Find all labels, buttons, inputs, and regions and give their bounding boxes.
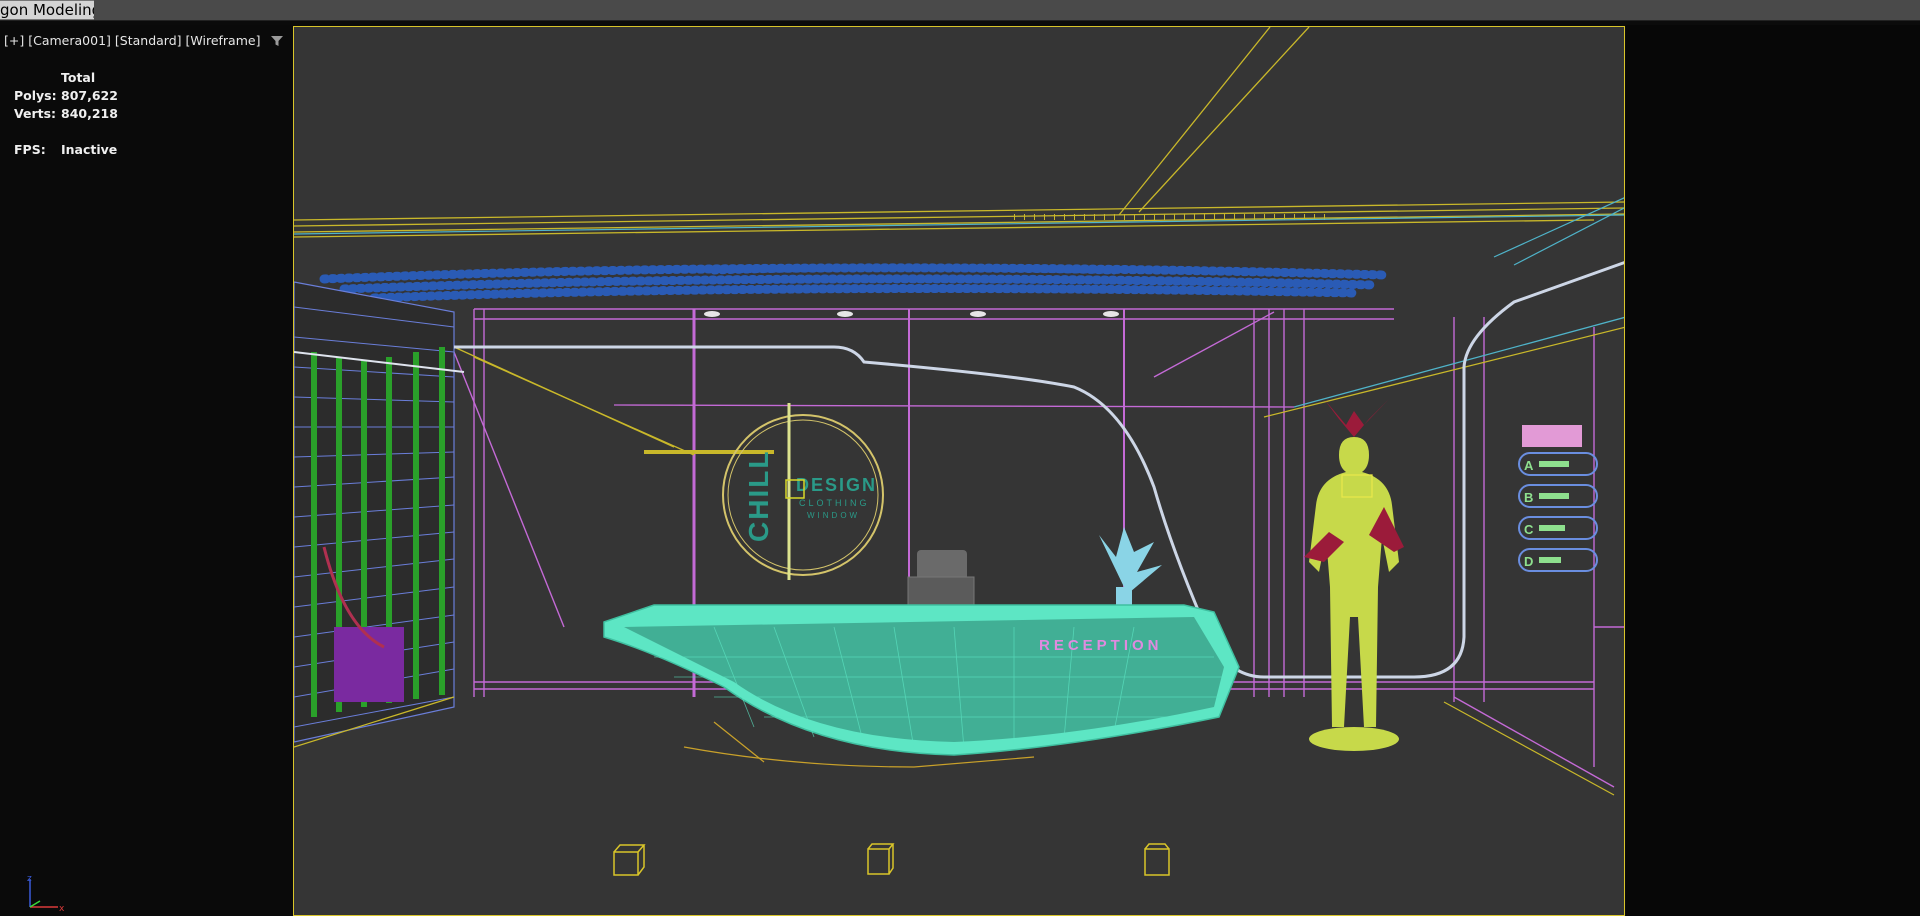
stats-fps-label: FPS: [14, 142, 46, 157]
sign-b-label: B [1524, 490, 1533, 505]
title-bar: gon Modeling [0, 0, 1920, 21]
stats-verts-row: Verts: 840,218 [14, 105, 118, 123]
wireframe-scene: CHILL DESIGN CLOTHING WINDOW RECEPTION A… [294, 27, 1624, 876]
camera-target-helpers [613, 843, 1170, 876]
ribbon-area [94, 0, 1920, 20]
stats-polys-row: Polys: 807,622 [14, 87, 118, 105]
logo-window-text: WINDOW [807, 511, 860, 520]
reception-desk: RECEPTION [603, 604, 1240, 768]
chill-design-logo: CHILL DESIGN CLOTHING WINDOW [722, 403, 884, 580]
viewport-standard-menu[interactable]: [Standard] [115, 33, 182, 48]
viewport-wireframe-menu[interactable]: [Wireframe] [186, 33, 261, 48]
sign-a-label: A [1524, 458, 1534, 473]
stats-fps-value: Inactive [61, 142, 118, 157]
logo-clothing-text: CLOTHING [799, 498, 870, 508]
viewport-label-menu: [+] [Camera001] [Standard] [Wireframe] [4, 33, 284, 48]
sign-c-label: C [1524, 522, 1534, 537]
stats-polys-value: 807,622 [61, 88, 118, 103]
ceiling-beams [453, 316, 1624, 456]
ceiling-cyan-trim [294, 197, 1624, 266]
sign-d-label: D [1524, 554, 1533, 569]
logo-design-text: DESIGN [796, 475, 877, 495]
stats-verts-label: Verts: [14, 106, 57, 121]
left-wall-slats [294, 281, 465, 743]
axis-x-label: x [59, 904, 65, 913]
axis-z-label: z [27, 874, 32, 884]
ribbon-tab-polygon-modeling[interactable]: gon Modeling [0, 0, 109, 20]
viewport-outside-area [1626, 25, 1920, 916]
axis-tripod-icon: z x [27, 874, 65, 913]
mannequin [1304, 399, 1404, 751]
stats-fps-row: FPS: Inactive [14, 141, 118, 159]
stats-verts-value: 840,218 [61, 106, 118, 121]
viewport-camera-menu[interactable]: [Camera001] [28, 33, 111, 48]
camera-safe-frame[interactable]: CHILL DESIGN CLOTHING WINDOW RECEPTION A… [293, 26, 1625, 916]
logo-chill-text: CHILL [743, 450, 774, 542]
ceiling-edges [294, 27, 1624, 238]
directory-signboard: A B C D [1518, 425, 1598, 572]
reception-sign-text: RECEPTION [1039, 637, 1163, 654]
ceiling-dot-pattern [319, 263, 1389, 303]
viewport-plus-menu[interactable]: [+] [4, 33, 24, 48]
ceiling-lights [704, 311, 1119, 317]
filter-icon[interactable] [270, 34, 284, 48]
statistics-overlay: Total Polys: 807,622 Verts: 840,218 FPS:… [14, 69, 118, 159]
camera-viewport[interactable]: [+] [Camera001] [Standard] [Wireframe] T… [0, 25, 1920, 916]
stats-polys-label: Polys: [14, 88, 57, 103]
stats-header: Total [61, 70, 96, 85]
